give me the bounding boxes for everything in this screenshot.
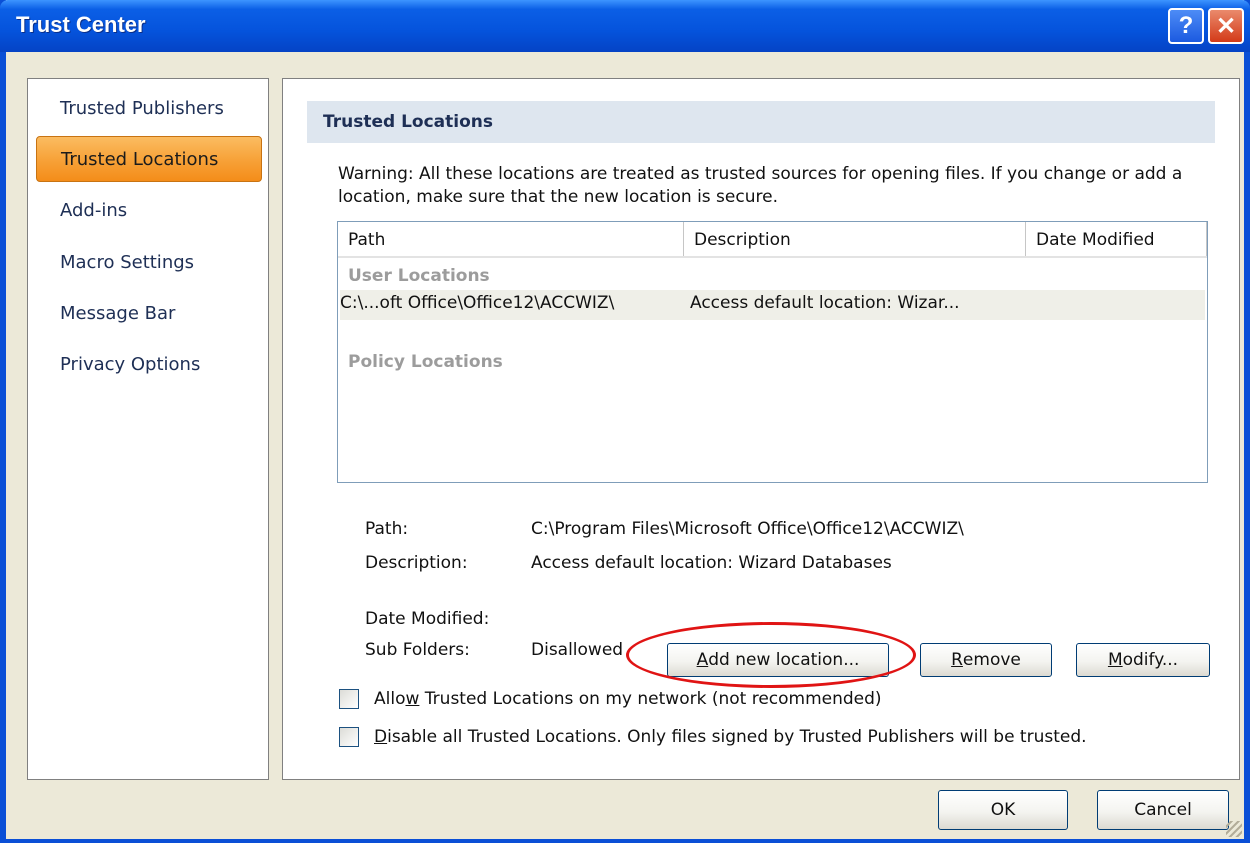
- allow-network-locations-row[interactable]: Allow Trusted Locations on my network (n…: [339, 689, 882, 709]
- allow-network-label-key: w: [405, 689, 420, 709]
- nav-item-privacy-options[interactable]: Privacy Options: [36, 341, 262, 387]
- allow-network-label-post: Trusted Locations on my network (not rec…: [419, 689, 882, 709]
- detail-path-label: Path:: [365, 519, 409, 539]
- nav-item-macro-settings[interactable]: Macro Settings: [36, 239, 262, 285]
- group-policy-locations: Policy Locations: [348, 352, 503, 372]
- detail-subfolders-label: Sub Folders:: [365, 640, 470, 660]
- nav-item-trusted-locations[interactable]: Trusted Locations: [36, 136, 262, 182]
- allow-network-label-pre: Allo: [374, 689, 406, 709]
- title-bar[interactable]: Trust Center ? ✕: [0, 0, 1250, 52]
- section-header: Trusted Locations: [307, 101, 1215, 143]
- header-divider: [338, 256, 1207, 258]
- detail-description-value: Access default location: Wizard Database…: [531, 553, 892, 573]
- detail-description-label: Description:: [365, 553, 468, 573]
- remove-button[interactable]: Remove: [920, 643, 1052, 677]
- add-label-key: A: [696, 650, 709, 670]
- detail-subfolders-value: Disallowed: [531, 640, 624, 660]
- content-panel: Trusted Locations Warning: All these loc…: [282, 78, 1240, 780]
- close-icon: ✕: [1215, 12, 1237, 40]
- column-header-date-modified[interactable]: Date Modified: [1026, 222, 1207, 258]
- warning-text: Warning: All these locations are treated…: [338, 164, 1183, 207]
- window-title: Trust Center: [16, 12, 146, 37]
- close-button[interactable]: ✕: [1208, 8, 1244, 44]
- ok-button[interactable]: OK: [938, 790, 1068, 830]
- add-label-post: dd new location...: [708, 650, 860, 670]
- modify-label-key: M: [1107, 650, 1123, 670]
- detail-date-modified-label: Date Modified:: [365, 609, 490, 629]
- trust-center-window: Trust Center ? ✕ Trusted Publishers Trus…: [0, 0, 1250, 843]
- disable-all-label-post: isable all Trusted Locations. Only files…: [387, 727, 1087, 747]
- resize-grip-icon[interactable]: [1226, 821, 1242, 837]
- column-header-path[interactable]: Path: [338, 222, 684, 258]
- disable-all-locations-row[interactable]: Disable all Trusted Locations. Only file…: [339, 727, 1087, 747]
- allow-network-checkbox[interactable]: [339, 689, 359, 709]
- remove-label-key: R: [951, 650, 963, 670]
- table-row[interactable]: C:\...oft Office\Office12\ACCWIZ\ Access…: [340, 290, 1205, 320]
- column-header-description[interactable]: Description: [684, 222, 1026, 258]
- remove-label-post: emove: [962, 650, 1021, 670]
- detail-path-value: C:\Program Files\Microsoft Office\Office…: [531, 519, 964, 539]
- help-icon: ?: [1178, 12, 1194, 39]
- allow-network-label[interactable]: Allow Trusted Locations on my network (n…: [374, 689, 882, 709]
- nav-item-add-ins[interactable]: Add-ins: [36, 187, 262, 233]
- group-user-locations: User Locations: [348, 266, 490, 286]
- row-description: Access default location: Wizar...: [690, 293, 960, 313]
- add-new-location-button[interactable]: Add new location...: [667, 643, 889, 677]
- nav-item-trusted-publishers[interactable]: Trusted Publishers: [36, 85, 262, 131]
- help-button[interactable]: ?: [1168, 8, 1204, 44]
- modify-button[interactable]: Modify...: [1076, 643, 1210, 677]
- modify-label-post: odify...: [1122, 650, 1179, 670]
- category-nav: Trusted Publishers Trusted Locations Add…: [27, 78, 269, 780]
- cancel-button[interactable]: Cancel: [1097, 790, 1229, 830]
- trusted-locations-list[interactable]: Path Description Date Modified User Loca…: [337, 221, 1208, 483]
- disable-all-label-key: D: [374, 727, 388, 747]
- nav-item-message-bar[interactable]: Message Bar: [36, 290, 262, 336]
- disable-all-checkbox[interactable]: [339, 727, 359, 747]
- section-title: Trusted Locations: [323, 112, 493, 132]
- disable-all-label[interactable]: Disable all Trusted Locations. Only file…: [374, 727, 1087, 747]
- row-path: C:\...oft Office\Office12\ACCWIZ\: [340, 293, 615, 313]
